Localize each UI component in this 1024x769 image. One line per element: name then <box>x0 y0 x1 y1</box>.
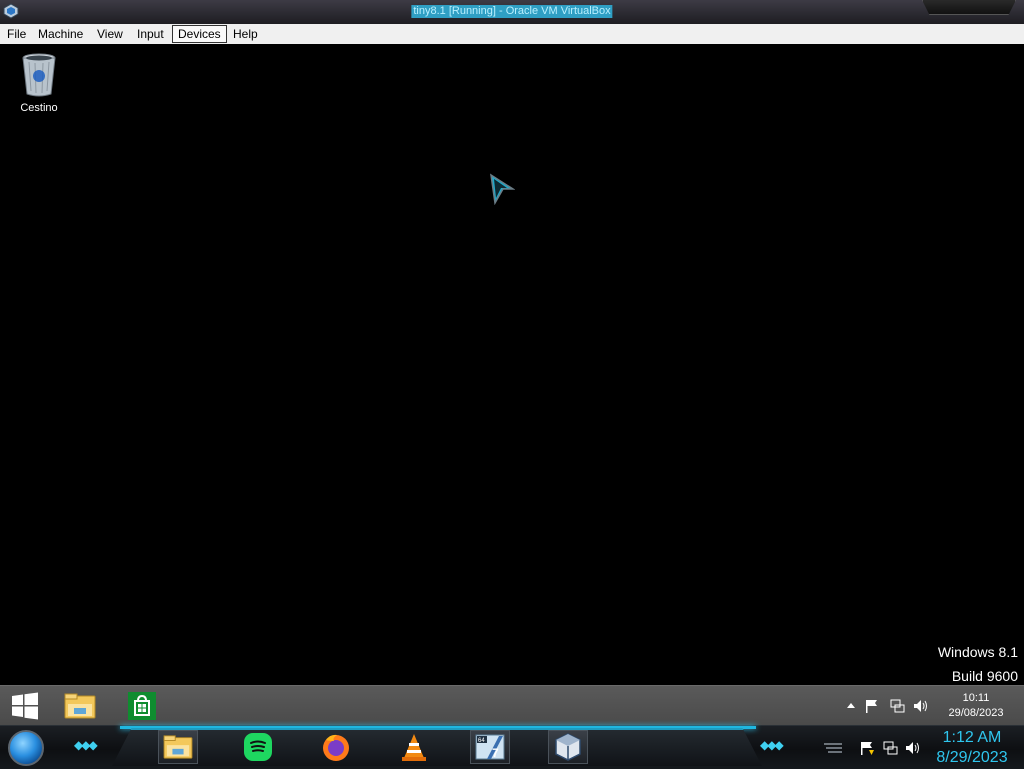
window-title: tiny8.1 [Running] - Oracle VM VirtualBox <box>411 5 613 18</box>
guest-clock-date: 29/08/2023 <box>948 707 1004 719</box>
mouse-cursor-icon <box>490 173 515 205</box>
host-app-windows7-vm[interactable]: 64 7 <box>470 730 510 764</box>
os-version-watermark: Windows 8.1 Build 9600 <box>938 640 1018 688</box>
guest-taskbar-file-explorer[interactable] <box>63 689 97 723</box>
host-app-file-explorer[interactable] <box>158 730 198 764</box>
host-app-spotify[interactable] <box>238 730 278 764</box>
menu-input[interactable]: Input <box>132 25 169 43</box>
guest-clock-time: 10:11 <box>962 692 990 704</box>
vlc-icon <box>402 734 426 761</box>
firefox-icon <box>323 734 349 761</box>
host-taskbar: ◆◆◆ ◆◆◆ 64 7 1:12 AM 8/29/2023 <box>0 725 1024 769</box>
network-icon[interactable] <box>882 740 898 756</box>
host-app-virtualbox[interactable] <box>548 730 588 764</box>
action-center-flag-icon[interactable] <box>858 740 876 756</box>
window-title-bar[interactable]: tiny8.1 [Running] - Oracle VM VirtualBox <box>0 0 1024 25</box>
windows-store-icon <box>128 692 156 720</box>
network-icon[interactable] <box>889 698 905 714</box>
desktop-icon-recycle-bin[interactable]: Cestino <box>12 52 66 114</box>
guest-start-button[interactable] <box>8 689 42 723</box>
spotify-icon <box>244 733 272 761</box>
menu-file[interactable]: File <box>2 25 31 43</box>
guest-taskbar-store[interactable] <box>125 689 159 723</box>
windows7-64-vm-icon: 64 7 <box>475 734 505 760</box>
file-explorer-icon <box>64 693 96 719</box>
host-app-firefox[interactable] <box>316 730 356 764</box>
virtualbox-icon[interactable] <box>3 3 19 19</box>
show-hidden-icons-chevron[interactable] <box>843 698 859 714</box>
windows-start-icon <box>12 692 38 720</box>
menu-help[interactable]: Help <box>228 25 263 43</box>
file-explorer-icon <box>163 735 193 759</box>
guest-taskbar: 10:11 29/08/2023 <box>0 685 1024 726</box>
host-start-button[interactable] <box>8 730 44 766</box>
decor-chevrons-left: ◆◆◆ <box>74 738 98 752</box>
recycle-bin-icon <box>22 53 56 97</box>
svg-text:64: 64 <box>478 738 485 744</box>
host-clock-time: 1:12 AM <box>942 729 1002 746</box>
host-app-vlc[interactable] <box>394 730 434 764</box>
host-system-tray <box>820 726 930 769</box>
desktop-icon-label: Cestino <box>20 102 58 114</box>
virtualbox-icon <box>555 733 581 761</box>
taskbar-app-frame <box>112 728 762 766</box>
decor-chevrons-right: ◆◆◆ <box>760 738 784 752</box>
menu-bar: File Machine View Input Devices Help <box>0 24 1024 45</box>
action-center-flag-icon[interactable] <box>864 698 880 714</box>
svg-text:7: 7 <box>492 746 499 760</box>
menu-view[interactable]: View <box>92 25 128 43</box>
menu-devices[interactable]: Devices <box>172 25 227 43</box>
volume-icon[interactable] <box>912 698 928 714</box>
os-name: Windows 8.1 <box>937 644 1018 660</box>
show-desktop-lines-icon[interactable] <box>822 742 844 754</box>
volume-icon[interactable] <box>904 740 920 756</box>
host-clock[interactable]: 1:12 AM 8/29/2023 <box>930 728 1014 768</box>
window-controls-frame[interactable] <box>922 0 1016 15</box>
guest-clock[interactable]: 10:11 29/08/2023 <box>930 691 1022 721</box>
guest-desktop[interactable]: Cestino Windows 8.1 Build 9600 <box>0 44 1024 685</box>
menu-machine[interactable]: Machine <box>33 25 88 43</box>
host-clock-date: 8/29/2023 <box>936 749 1008 766</box>
